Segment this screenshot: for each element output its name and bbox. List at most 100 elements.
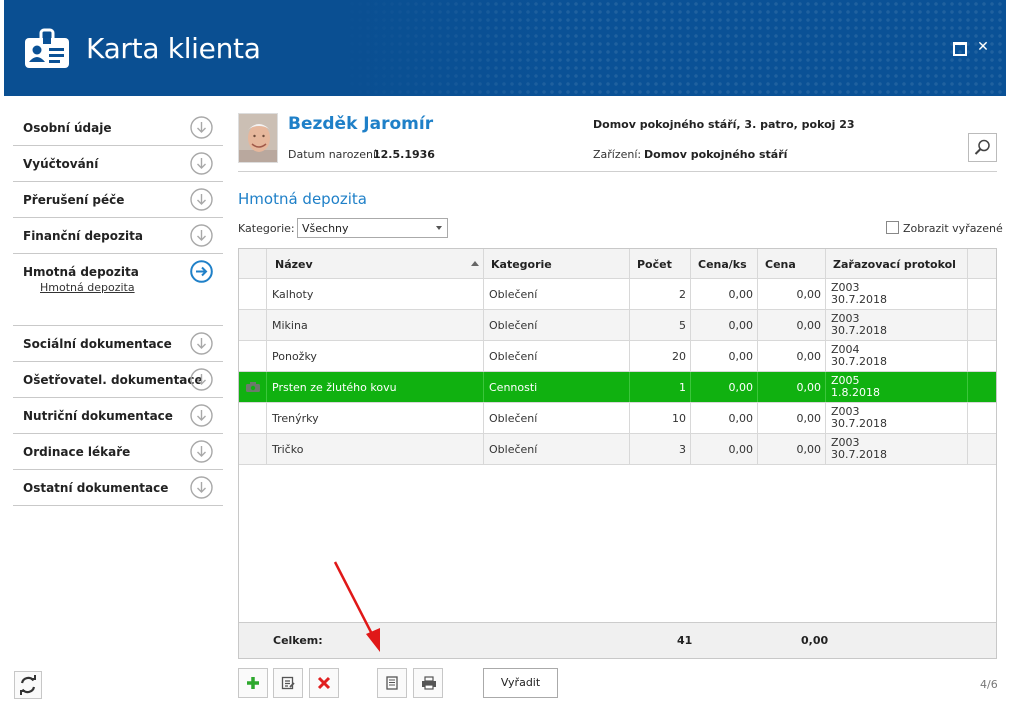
title-bar: Karta klienta ✕ — [4, 0, 1006, 96]
cell-category: Oblečení — [484, 434, 630, 464]
sidebar-item-osobni-udaje[interactable]: Osobní údaje — [13, 110, 223, 146]
cell-unit-price: 0,00 — [691, 310, 758, 340]
protocol-date: 30.7.2018 — [831, 448, 887, 461]
cell-count: 1 — [630, 372, 691, 402]
column-header-unit-price[interactable]: Cena/ks — [691, 249, 758, 278]
table-header-row: Název Kategorie Počet Cena/ks Cena Zařaz… — [239, 249, 996, 279]
remove-button[interactable]: Vyřadit — [483, 668, 558, 698]
document-icon — [386, 676, 398, 690]
sidebar-item-label: Přerušení péče — [23, 193, 125, 207]
cell-protocol: Z003 30.7.2018 — [826, 434, 968, 464]
row-indicator-header — [239, 249, 267, 278]
circle-arrow-down-icon — [190, 332, 213, 355]
delete-button[interactable] — [309, 668, 339, 698]
plus-icon — [247, 677, 259, 689]
circle-arrow-right-icon — [190, 260, 213, 283]
cell-category: Oblečení — [484, 341, 630, 371]
table-row[interactable]: Tričko Oblečení 3 0,00 0,00 Z003 30.7.201… — [239, 434, 996, 465]
edit-icon — [281, 676, 295, 690]
circle-arrow-down-icon — [190, 188, 213, 211]
row-indicator — [239, 372, 267, 402]
total-count: 41 — [677, 634, 693, 647]
sidebar-subitem-hmotna-depozita[interactable]: Hmotná depozita — [40, 281, 135, 294]
column-header-count[interactable]: Počet — [630, 249, 691, 278]
show-removed-checkbox[interactable] — [886, 221, 899, 234]
cell-category: Oblečení — [484, 403, 630, 433]
cell-extra — [968, 403, 996, 433]
cell-protocol: Z003 30.7.2018 — [826, 310, 968, 340]
maximize-button[interactable] — [952, 40, 967, 56]
document-button[interactable] — [377, 668, 407, 698]
table-row[interactable]: Trenýrky Oblečení 10 0,00 0,00 Z003 30.7.… — [239, 403, 996, 434]
protocol-date: 30.7.2018 — [831, 293, 887, 306]
search-button[interactable] — [968, 133, 997, 162]
column-header-name[interactable]: Název — [267, 249, 484, 278]
circle-arrow-down-icon — [190, 224, 213, 247]
table-row-selected[interactable]: Prsten ze žlutého kovu Cennosti 1 0,00 0… — [239, 372, 996, 403]
client-photo — [239, 114, 277, 162]
cell-name: Trenýrky — [267, 403, 484, 433]
sidebar-item-ostatni-dokumentace[interactable]: Ostatní dokumentace — [13, 470, 223, 506]
cell-extra — [968, 341, 996, 371]
circle-arrow-down-icon — [190, 152, 213, 175]
row-indicator — [239, 434, 267, 464]
id-card-icon — [25, 28, 69, 68]
facility-label: Zařízení: — [593, 148, 642, 161]
add-button[interactable] — [238, 668, 268, 698]
sidebar-item-socialni-dokumentace[interactable]: Sociální dokumentace — [13, 326, 223, 362]
column-header-category[interactable]: Kategorie — [484, 249, 630, 278]
sidebar-item-financni-depozita[interactable]: Finanční depozita — [13, 218, 223, 254]
refresh-button[interactable] — [14, 671, 42, 699]
sidebar-item-label: Ostatní dokumentace — [23, 481, 169, 495]
sidebar-item-label: Finanční depozita — [23, 229, 143, 243]
row-indicator — [239, 341, 267, 371]
cell-unit-price: 0,00 — [691, 372, 758, 402]
circle-arrow-down-icon — [190, 404, 213, 427]
cell-protocol: Z003 30.7.2018 — [826, 279, 968, 309]
table-row[interactable]: Kalhoty Oblečení 2 0,00 0,00 Z003 30.7.20… — [239, 279, 996, 310]
cell-name: Kalhoty — [267, 279, 484, 309]
cell-count: 5 — [630, 310, 691, 340]
cell-name: Ponožky — [267, 341, 484, 371]
printer-icon — [422, 676, 436, 690]
column-header-price[interactable]: Cena — [758, 249, 826, 278]
close-button[interactable]: ✕ — [976, 40, 990, 54]
cell-extra — [968, 279, 996, 309]
circle-arrow-down-icon — [190, 368, 213, 391]
sidebar-item-label: Osobní údaje — [23, 121, 112, 135]
sidebar-item-preruseni-pece[interactable]: Přerušení péče — [13, 182, 223, 218]
sidebar-item-ordinace-lekare[interactable]: Ordinace lékaře — [13, 434, 223, 470]
cell-unit-price: 0,00 — [691, 341, 758, 371]
print-button[interactable] — [413, 668, 443, 698]
camera-icon — [246, 382, 260, 392]
table-row[interactable]: Mikina Oblečení 5 0,00 0,00 Z003 30.7.201… — [239, 310, 996, 341]
cell-unit-price: 0,00 — [691, 403, 758, 433]
cell-price: 0,00 — [758, 434, 826, 464]
cell-count: 10 — [630, 403, 691, 433]
sidebar-item-vyuctovani[interactable]: Vyúčtování — [13, 146, 223, 182]
sidebar-item-osetrovatel-dokumentace[interactable]: Ošetřovatel. dokumentace — [13, 362, 223, 398]
cell-count: 20 — [630, 341, 691, 371]
circle-arrow-down-icon — [190, 440, 213, 463]
edit-button[interactable] — [273, 668, 303, 698]
total-label: Celkem: — [273, 634, 323, 647]
protocol-date: 1.8.2018 — [831, 386, 880, 399]
cell-protocol: Z004 30.7.2018 — [826, 341, 968, 371]
sidebar-nav: Osobní údaje Vyúčtování Přerušení péče F… — [13, 110, 223, 506]
category-select-value: Všechny — [302, 222, 349, 235]
category-select[interactable]: Všechny — [297, 218, 448, 238]
section-title: Hmotná depozita — [238, 190, 367, 208]
show-removed-label: Zobrazit vyřazené — [903, 222, 1003, 235]
cell-unit-price: 0,00 — [691, 279, 758, 309]
cell-price: 0,00 — [758, 341, 826, 371]
dob-value: 12.5.1936 — [373, 148, 435, 161]
table-row[interactable]: Ponožky Oblečení 20 0,00 0,00 Z004 30.7.2… — [239, 341, 996, 372]
column-header-extra — [968, 249, 996, 278]
cell-extra — [968, 310, 996, 340]
sidebar-item-nutricni-dokumentace[interactable]: Nutriční dokumentace — [13, 398, 223, 434]
column-header-protocol[interactable]: Zařazovací protokol — [826, 249, 968, 278]
column-header-label: Název — [275, 258, 313, 271]
sidebar-subitem: Hmotná depozita — [13, 281, 223, 326]
cell-count: 2 — [630, 279, 691, 309]
sidebar-item-label: Hmotná depozita — [23, 265, 139, 279]
